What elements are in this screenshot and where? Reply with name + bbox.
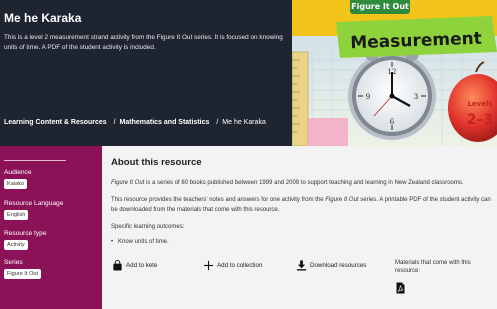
breadcrumb-separator: /	[113, 119, 116, 126]
bag-icon	[113, 259, 122, 271]
download-resources-button[interactable]: Download resources	[296, 259, 366, 271]
pdf-file-icon[interactable]	[396, 282, 405, 294]
series-name-italic: Figure It Out	[325, 197, 359, 203]
cover-image: 123 69 Figure It Out Measurement Levels …	[292, 0, 497, 146]
plus-icon	[203, 260, 214, 270]
cover-banner-text: Figure It Out	[351, 2, 409, 11]
add-to-collection-label: Add to collection	[217, 261, 263, 269]
hero-text-area: Me he Karaka This is a level 2 measureme…	[0, 0, 292, 146]
sidebar-divider	[4, 160, 66, 161]
resource-metadata-sidebar: Audience Kaiako Resource Language Englis…	[0, 146, 102, 309]
audience-tag[interactable]: Kaiako	[4, 179, 28, 189]
series-name-italic: Figure It Out	[111, 180, 145, 186]
levels-value: 2–3	[467, 112, 493, 128]
breadcrumb-learning-content[interactable]: Learning Content & Resources	[4, 119, 107, 126]
svg-text:9: 9	[366, 93, 370, 101]
series-label: Series	[4, 259, 23, 266]
add-to-kete-button[interactable]: Add to kete	[112, 259, 157, 271]
cover-illustration: 123 69 Figure It Out Measurement Levels …	[292, 0, 497, 146]
download-resources-label: Download resources	[310, 261, 367, 269]
materials-label: Materials that come with this resource:	[395, 260, 471, 275]
page-description: This is a level 2 measurement strand act…	[4, 34, 283, 51]
add-to-kete-label: Add to kete	[126, 261, 158, 269]
breadcrumb: Learning Content & Resources / Mathemati…	[4, 119, 266, 126]
intro-text: is a series of 80 books published betwee…	[144, 180, 464, 186]
intro-paragraph: Figure It Out is a series of 80 books pu…	[111, 179, 495, 189]
svg-text:6: 6	[390, 118, 395, 126]
resource-text-a: This resource provides the teachers' not…	[111, 197, 326, 203]
page-title: Me he Karaka	[4, 11, 82, 25]
resource-type-label: Resource type	[4, 230, 47, 237]
audience-label: Audience	[4, 169, 32, 176]
language-label: Resource Language	[4, 200, 64, 207]
section-heading: About this resource	[111, 157, 202, 168]
resource-type-tag[interactable]: Activity	[4, 240, 28, 250]
breadcrumb-separator: /	[216, 119, 219, 126]
download-icon	[296, 259, 307, 271]
levels-label: Levels	[467, 100, 492, 108]
outcomes-heading: Specific learning outcomes:	[111, 224, 185, 230]
breadcrumb-maths-stats[interactable]: Mathematics and Statistics	[120, 119, 210, 126]
add-to-collection-button[interactable]: Add to collection	[203, 259, 262, 271]
hero-banner: Me he Karaka This is a level 2 measureme…	[0, 0, 497, 146]
outcome-item: Know units of time.	[111, 239, 169, 245]
resource-paragraph: This resource provides the teachers' not…	[111, 196, 495, 215]
breadcrumb-current: Me he Karaka	[222, 119, 266, 126]
about-resource-panel: About this resource Figure It Out is a s…	[102, 146, 497, 309]
language-tag[interactable]: English	[4, 210, 29, 220]
series-tag[interactable]: Figure It Out	[4, 269, 42, 279]
svg-text:3: 3	[414, 93, 418, 101]
